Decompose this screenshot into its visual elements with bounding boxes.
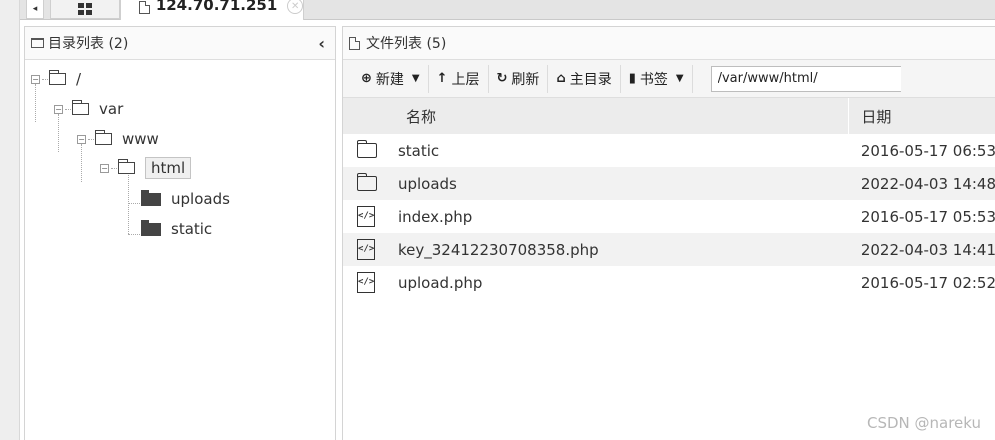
file-code-icon: </> — [357, 206, 375, 227]
file-panel-header: 文件列表 (5) — [343, 27, 995, 60]
tree-node-var[interactable]: − var — [54, 98, 123, 120]
tree-node-html[interactable]: − html — [100, 157, 192, 179]
tree-node-label: html — [145, 157, 192, 179]
home-icon: ⌂ — [556, 71, 566, 86]
tree-node-uploads[interactable]: uploads — [141, 188, 230, 210]
tab-close-button[interactable]: ✕ — [287, 0, 303, 14]
file-name: uploads — [397, 174, 457, 193]
folder-icon — [356, 173, 377, 191]
document-icon — [349, 36, 360, 50]
bookmark-button-label: 书签 — [639, 71, 668, 88]
file-toolbar: ⊕ 新建 ▼ ↑ 上层 ↻ 刷新 ⌂ 主目录 ▮ 书签 ▼ — [343, 60, 995, 98]
file-panel-title: 文件列表 (5) — [366, 36, 447, 52]
collapse-icon[interactable]: − — [54, 104, 63, 114]
plus-circle-icon: ⊕ — [361, 71, 372, 86]
file-code-icon: </> — [357, 272, 375, 293]
file-panel: 文件列表 (5) ⊕ 新建 ▼ ↑ 上层 ↻ 刷新 ⌂ 主目录 ▮ 书签 ▼ /… — [342, 26, 995, 440]
table-row[interactable]: </> upload.php 2016-05-17 02:52 — [343, 266, 995, 299]
tree-node-www[interactable]: − www — [77, 128, 159, 150]
caret-down-icon: ▼ — [411, 73, 420, 84]
tab-home[interactable] — [50, 0, 120, 19]
folder-icon — [356, 140, 377, 158]
file-date: 2016-05-17 05:53 — [860, 207, 995, 226]
bookmark-icon: ▮ — [628, 71, 636, 86]
tab-scroll-left-button[interactable]: ◂ — [26, 0, 44, 19]
file-date: 2022-04-03 14:48 — [860, 174, 995, 193]
home-button-label: 主目录 — [569, 71, 612, 88]
date-column-header[interactable]: 日期 — [848, 98, 995, 134]
file-code-icon: </> — [357, 239, 375, 260]
arrow-up-icon: ↑ — [436, 71, 448, 86]
file-table: 名称 日期 static 2016-05-17 06:53 uploads 20… — [343, 98, 995, 299]
tree-connector — [128, 203, 140, 204]
file-date: 2022-04-03 14:41 — [860, 240, 995, 259]
tree-node-label: static — [171, 220, 213, 238]
table-row[interactable]: uploads 2022-04-03 14:48 — [343, 167, 995, 200]
tree-node-label: www — [122, 130, 159, 148]
directory-panel-title: 目录列表 (2) — [48, 36, 129, 52]
collapse-panel-button[interactable]: ‹ — [318, 34, 329, 53]
file-date: 2016-05-17 02:52 — [860, 273, 995, 292]
tree-connector — [128, 234, 140, 235]
folder-icon — [118, 159, 135, 174]
document-icon — [139, 1, 150, 14]
refresh-button-label: 刷新 — [511, 71, 540, 88]
table-header-row: 名称 日期 — [343, 98, 995, 134]
name-column-header[interactable]: 名称 — [393, 98, 850, 134]
table-row[interactable]: </> key_32412230708358.php 2022-04-03 14… — [343, 233, 995, 266]
refresh-button[interactable]: ↻ 刷新 — [489, 64, 549, 93]
folder-icon — [49, 70, 66, 85]
folder-icon — [141, 189, 161, 206]
caret-down-icon: ▼ — [675, 73, 684, 84]
folder-icon — [31, 38, 44, 48]
folder-icon — [72, 100, 89, 115]
home-button[interactable]: ⌂ 主目录 — [548, 64, 621, 93]
tree-node-root[interactable]: − / — [31, 68, 81, 90]
collapse-icon[interactable]: − — [100, 163, 109, 173]
new-button[interactable]: ⊕ 新建 ▼ — [353, 64, 429, 93]
folder-icon — [95, 130, 112, 145]
folder-icon — [141, 219, 161, 236]
table-row[interactable]: static 2016-05-17 06:53 — [343, 134, 995, 167]
up-button-label: 上层 — [451, 71, 480, 88]
collapse-icon[interactable]: − — [77, 134, 86, 144]
file-date: 2016-05-17 06:53 — [860, 141, 995, 160]
directory-tree: − / − var − www − html uploads static — [25, 60, 335, 430]
tab-bar: ◂ 124.70.71.251 ✕ — [20, 0, 995, 20]
up-button[interactable]: ↑ 上层 — [429, 64, 489, 93]
tree-node-static[interactable]: static — [141, 218, 212, 240]
bookmark-button[interactable]: ▮ 书签 ▼ — [621, 64, 693, 93]
file-name: key_32412230708358.php — [397, 240, 599, 259]
path-input[interactable] — [710, 65, 901, 92]
grid-icon — [78, 3, 92, 15]
window-gutter — [0, 0, 20, 440]
file-name: index.php — [397, 207, 473, 226]
tree-node-label: var — [99, 100, 124, 118]
directory-panel-header: 目录列表 (2) ‹ — [25, 27, 335, 60]
watermark: CSDN @nareku — [866, 414, 981, 432]
refresh-icon: ↻ — [496, 71, 508, 86]
tab-label: 124.70.71.251 — [155, 0, 278, 14]
directory-panel: 目录列表 (2) ‹ − / − var − www − html upload… — [24, 26, 336, 440]
tree-node-label: / — [76, 70, 82, 88]
tree-node-label: uploads — [171, 190, 230, 208]
tab-connection[interactable]: 124.70.71.251 ✕ — [120, 0, 304, 20]
collapse-icon[interactable]: − — [31, 74, 40, 84]
caret-left-icon: ◂ — [32, 4, 38, 14]
file-name: upload.php — [397, 273, 483, 292]
new-button-label: 新建 — [375, 71, 404, 88]
table-row[interactable]: </> index.php 2016-05-17 05:53 — [343, 200, 995, 233]
file-name: static — [397, 141, 440, 160]
icon-column-header — [343, 98, 394, 134]
